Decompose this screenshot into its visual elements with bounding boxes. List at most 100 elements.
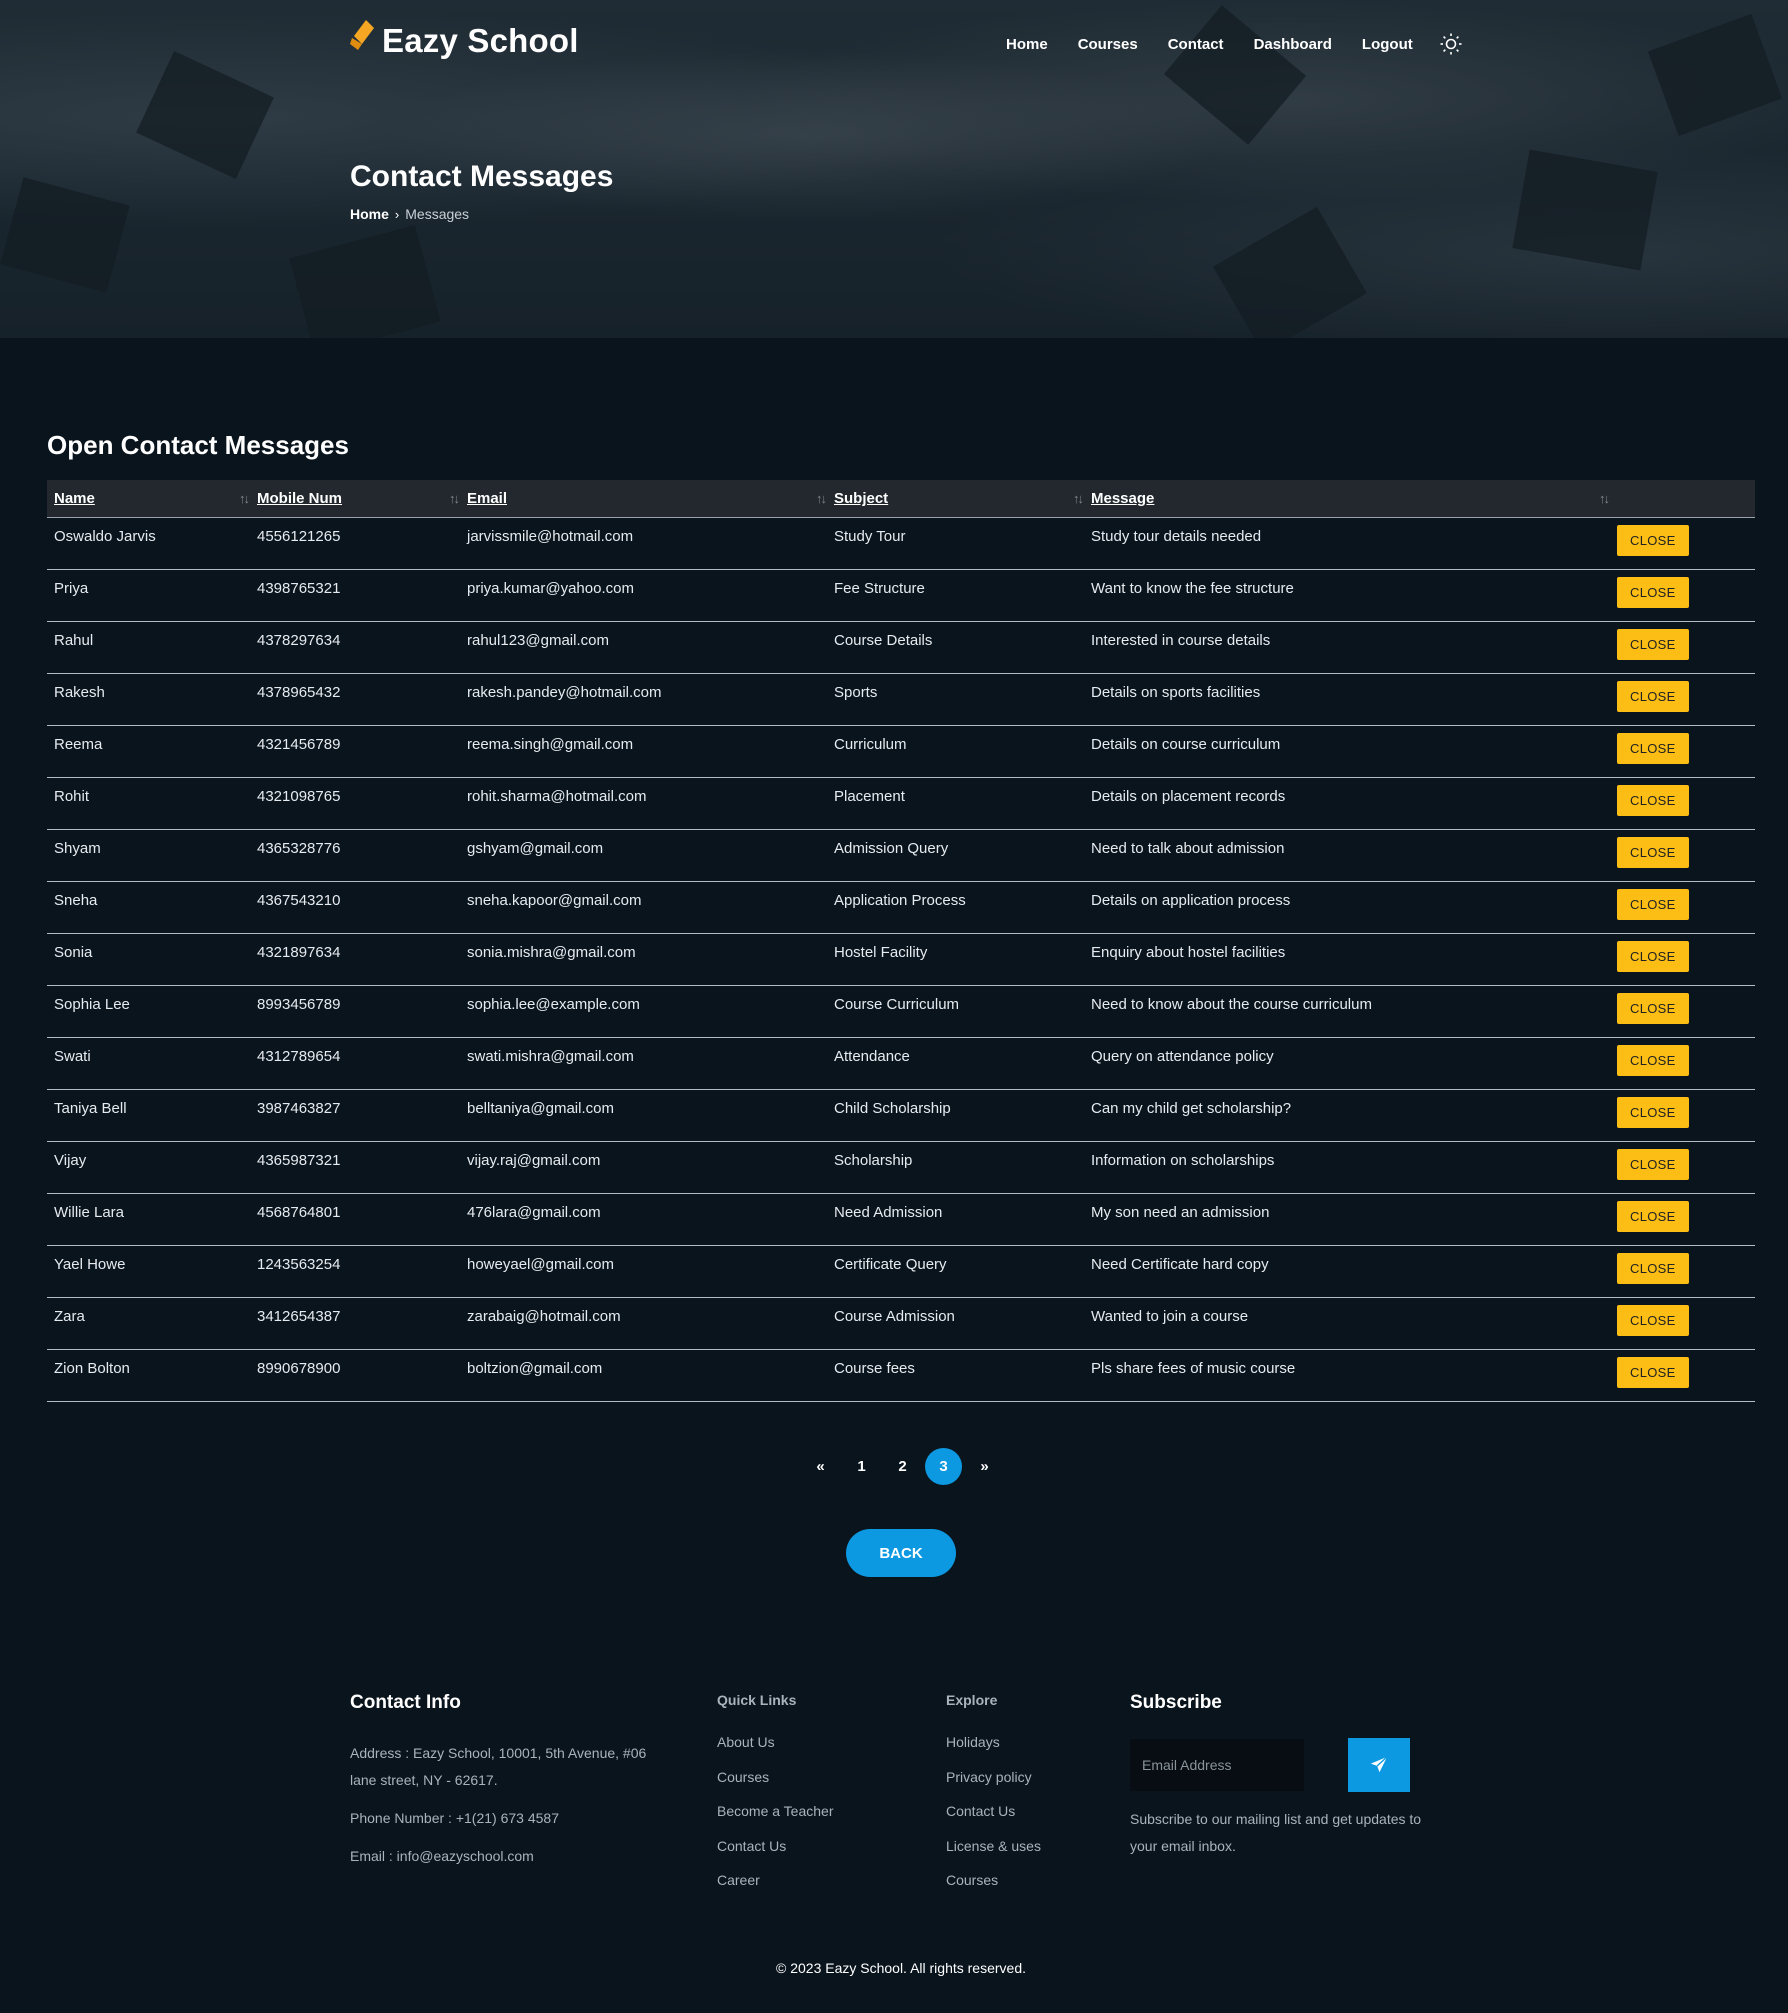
logo[interactable]: Eazy School <box>350 10 579 60</box>
cell-mobile: 4365328776 <box>250 829 460 882</box>
close-message-button[interactable]: CLOSE <box>1617 732 1689 764</box>
cell-name: Taniya Bell <box>47 1089 250 1142</box>
cell-mobile: 4321456789 <box>250 725 460 778</box>
close-message-button[interactable]: CLOSE <box>1617 1148 1689 1180</box>
sort-icon[interactable]: ↑↓ <box>1073 491 1084 506</box>
close-message-button[interactable]: CLOSE <box>1617 992 1689 1024</box>
cell-action: CLOSE <box>1610 985 1755 1038</box>
cell-name: Willie Lara <box>47 1193 250 1246</box>
footer-contact-info: Contact Info Address : Eazy School, 1000… <box>350 1692 670 1870</box>
subscribe-text: Subscribe to our mailing list and get up… <box>1130 1811 1422 1854</box>
subscribe-send-button[interactable] <box>1348 1738 1410 1792</box>
cell-action: CLOSE <box>1610 1297 1755 1350</box>
column-header-subject[interactable]: Subject ↑↓ <box>827 480 1084 518</box>
sort-icon[interactable]: ↑↓ <box>449 491 460 506</box>
nav-courses[interactable]: Courses <box>1078 36 1138 53</box>
back-button[interactable]: BACK <box>846 1529 956 1577</box>
sun-icon[interactable] <box>1439 32 1463 56</box>
nav-contact[interactable]: Contact <box>1168 36 1224 53</box>
cell-message: Can my child get scholarship? <box>1084 1089 1610 1142</box>
cell-message: Details on course curriculum <box>1084 725 1610 778</box>
footer-link-become-teacher[interactable]: Become a Teacher <box>717 1803 833 1838</box>
cell-mobile: 4367543210 <box>250 881 460 934</box>
table-row: Sneha 4367543210 sneha.kapoor@gmail.com App… <box>47 881 1755 934</box>
close-message-button[interactable]: CLOSE <box>1617 628 1689 660</box>
cell-name: Vijay <box>47 1141 250 1194</box>
pagination-page-2[interactable]: 2 <box>882 1448 923 1485</box>
pagination-prev[interactable]: « <box>800 1448 841 1485</box>
cell-subject: Course Admission <box>827 1297 1084 1350</box>
sort-icon[interactable]: ↑↓ <box>239 491 250 506</box>
cell-action: CLOSE <box>1610 1089 1755 1142</box>
pagination-next[interactable]: » <box>964 1448 1005 1485</box>
hero-banner: Eazy School Home Courses Contact Dashboa… <box>0 0 1788 338</box>
close-message-button[interactable]: CLOSE <box>1617 1252 1689 1284</box>
close-message-button[interactable]: CLOSE <box>1617 680 1689 712</box>
cell-subject: Course Curriculum <box>827 985 1084 1038</box>
close-message-button[interactable]: CLOSE <box>1617 1044 1689 1076</box>
cell-mobile: 4312789654 <box>250 1037 460 1090</box>
footer-phone: Phone Number : +1(21) 673 4587 <box>350 1810 559 1826</box>
cell-message: My son need an admission <box>1084 1193 1610 1246</box>
cell-message: Need Certificate hard copy <box>1084 1245 1610 1298</box>
close-message-button[interactable]: CLOSE <box>1617 1200 1689 1232</box>
section-title: Open Contact Messages <box>47 430 349 460</box>
pagination-page-1[interactable]: 1 <box>841 1448 882 1485</box>
footer-link-courses-explore[interactable]: Courses <box>946 1872 1041 1907</box>
close-message-button[interactable]: CLOSE <box>1617 1096 1689 1128</box>
cell-message: Wanted to join a course <box>1084 1297 1610 1350</box>
pagination-page-3[interactable]: 3 <box>925 1448 962 1485</box>
close-message-button[interactable]: CLOSE <box>1617 940 1689 972</box>
close-message-button[interactable]: CLOSE <box>1617 888 1689 920</box>
cell-message: Details on application process <box>1084 881 1610 934</box>
sort-icon[interactable]: ↑↓ <box>1599 491 1610 506</box>
cell-message: Want to know the fee structure <box>1084 569 1610 622</box>
sort-icon[interactable]: ↑↓ <box>816 491 827 506</box>
footer-link-about[interactable]: About Us <box>717 1734 833 1769</box>
cell-mobile: 4556121265 <box>250 517 460 570</box>
footer-link-career[interactable]: Career <box>717 1872 833 1907</box>
column-header-email[interactable]: Email ↑↓ <box>460 480 827 518</box>
column-header-message[interactable]: Message ↑↓ <box>1084 480 1610 518</box>
subscribe-email-input[interactable] <box>1130 1739 1304 1791</box>
cell-action: CLOSE <box>1610 1037 1755 1090</box>
close-message-button[interactable]: CLOSE <box>1617 1356 1689 1388</box>
cell-action: CLOSE <box>1610 1349 1755 1402</box>
cell-mobile: 1243563254 <box>250 1245 460 1298</box>
cell-action: CLOSE <box>1610 933 1755 986</box>
cell-action: CLOSE <box>1610 569 1755 622</box>
nav-logout[interactable]: Logout <box>1362 36 1413 53</box>
close-message-button[interactable]: CLOSE <box>1617 576 1689 608</box>
table-row: Vijay 4365987321 vijay.raj@gmail.com Schola… <box>47 1141 1755 1194</box>
close-message-button[interactable]: CLOSE <box>1617 524 1689 556</box>
table-row: Sophia Lee 8993456789 sophia.lee@example.c… <box>47 985 1755 1038</box>
table-row: Oswaldo Jarvis 4556121265 jarvissmile@hotm… <box>47 517 1755 570</box>
cell-name: Shyam <box>47 829 250 882</box>
cell-name: Zion Bolton <box>47 1349 250 1402</box>
footer-address: Address : Eazy School, 10001, 5th Avenue… <box>350 1745 647 1788</box>
messages-table: Name ↑↓ Mobile Num ↑↓ Email ↑↓ Subject ↑↓ Me… <box>47 480 1755 1402</box>
cell-email: sneha.kapoor@gmail.com <box>460 881 827 934</box>
cell-subject: Study Tour <box>827 517 1084 570</box>
table-row: Yael Howe 1243563254 howeyael@gmail.com Cer… <box>47 1245 1755 1298</box>
cell-message: Interested in course details <box>1084 621 1610 674</box>
pagination: « 1 2 3 » <box>800 1448 1005 1485</box>
nav-home[interactable]: Home <box>1006 36 1048 53</box>
footer-link-courses[interactable]: Courses <box>717 1769 833 1804</box>
cell-name: Yael Howe <box>47 1245 250 1298</box>
column-header-mobile[interactable]: Mobile Num ↑↓ <box>250 480 460 518</box>
footer-link-holidays[interactable]: Holidays <box>946 1734 1041 1769</box>
close-message-button[interactable]: CLOSE <box>1617 784 1689 816</box>
cell-message: Information on scholarships <box>1084 1141 1610 1194</box>
footer-link-contact-us[interactable]: Contact Us <box>946 1803 1041 1838</box>
breadcrumb-home[interactable]: Home <box>350 206 389 222</box>
close-message-button[interactable]: CLOSE <box>1617 1304 1689 1336</box>
nav-dashboard[interactable]: Dashboard <box>1254 36 1332 53</box>
footer-link-license[interactable]: License & uses <box>946 1838 1041 1873</box>
close-message-button[interactable]: CLOSE <box>1617 836 1689 868</box>
footer-link-contact[interactable]: Contact Us <box>717 1838 833 1873</box>
column-header-name[interactable]: Name ↑↓ <box>47 480 250 518</box>
cell-email: zarabaig@hotmail.com <box>460 1297 827 1350</box>
cell-action: CLOSE <box>1610 517 1755 570</box>
footer-link-privacy[interactable]: Privacy policy <box>946 1769 1041 1804</box>
